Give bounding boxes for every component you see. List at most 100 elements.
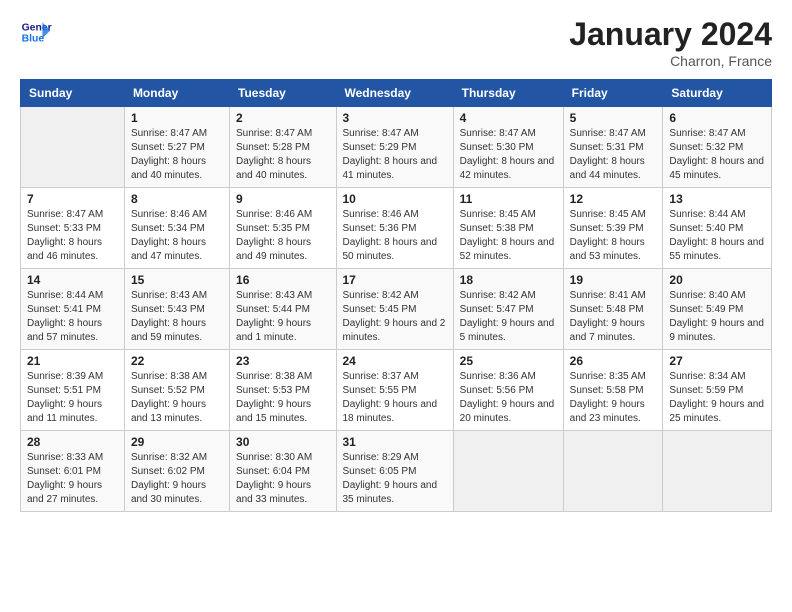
cell-3-3: 16 Sunrise: 8:43 AMSunset: 5:44 PMDayligh… <box>230 269 336 350</box>
day-number: 19 <box>570 273 657 287</box>
day-number: 22 <box>131 354 223 368</box>
cell-info: Sunrise: 8:44 AMSunset: 5:41 PMDaylight:… <box>27 289 118 345</box>
day-number: 24 <box>343 354 447 368</box>
cell-info: Sunrise: 8:47 AMSunset: 5:30 PMDaylight:… <box>460 127 557 183</box>
day-number: 13 <box>669 192 765 206</box>
cell-info: Sunrise: 8:36 AMSunset: 5:56 PMDaylight:… <box>460 370 557 426</box>
logo-icon: General Blue <box>20 16 52 48</box>
cell-1-2: 1 Sunrise: 8:47 AMSunset: 5:27 PMDaylight… <box>124 107 229 188</box>
cell-info: Sunrise: 8:47 AMSunset: 5:27 PMDaylight:… <box>131 127 223 183</box>
week-row-1: 1 Sunrise: 8:47 AMSunset: 5:27 PMDaylight… <box>21 107 772 188</box>
day-number: 1 <box>131 111 223 125</box>
day-number: 27 <box>669 354 765 368</box>
day-number: 6 <box>669 111 765 125</box>
cell-4-6: 26 Sunrise: 8:35 AMSunset: 5:58 PMDayligh… <box>563 350 663 431</box>
cell-info: Sunrise: 8:45 AMSunset: 5:39 PMDaylight:… <box>570 208 657 264</box>
svg-text:Blue: Blue <box>22 34 45 45</box>
cell-3-4: 17Sunrise: 8:42 AMSunset: 5:45 PMDayligh… <box>336 269 453 350</box>
day-number: 4 <box>460 111 557 125</box>
cell-2-3: 9 Sunrise: 8:46 AMSunset: 5:35 PMDaylight… <box>230 188 336 269</box>
cell-3-2: 15Sunrise: 8:43 AMSunset: 5:43 PMDayligh… <box>124 269 229 350</box>
week-row-4: 21 Sunrise: 8:39 AMSunset: 5:51 PMDayligh… <box>21 350 772 431</box>
col-thursday: Thursday <box>453 80 563 107</box>
cell-info: Sunrise: 8:47 AMSunset: 5:31 PMDaylight:… <box>570 127 657 183</box>
col-tuesday: Tuesday <box>230 80 336 107</box>
day-number: 20 <box>669 273 765 287</box>
week-row-2: 7 Sunrise: 8:47 AMSunset: 5:33 PMDaylight… <box>21 188 772 269</box>
cell-4-5: 25 Sunrise: 8:36 AMSunset: 5:56 PMDayligh… <box>453 350 563 431</box>
cell-info: Sunrise: 8:37 AMSunset: 5:55 PMDaylight:… <box>343 370 447 426</box>
day-number: 12 <box>570 192 657 206</box>
cell-1-1 <box>21 107 125 188</box>
day-number: 2 <box>236 111 329 125</box>
day-number: 29 <box>131 435 223 449</box>
cell-info: Sunrise: 8:46 AMSunset: 5:34 PMDaylight:… <box>131 208 223 264</box>
cell-info: Sunrise: 8:46 AMSunset: 5:35 PMDaylight:… <box>236 208 329 264</box>
cell-1-3: 2 Sunrise: 8:47 AMSunset: 5:28 PMDaylight… <box>230 107 336 188</box>
col-saturday: Saturday <box>663 80 772 107</box>
cell-info: Sunrise: 8:33 AMSunset: 6:01 PMDaylight:… <box>27 451 118 507</box>
cell-4-2: 22Sunrise: 8:38 AMSunset: 5:52 PMDayligh… <box>124 350 229 431</box>
cell-info: Sunrise: 8:45 AMSunset: 5:38 PMDaylight:… <box>460 208 557 264</box>
cell-2-6: 12 Sunrise: 8:45 AMSunset: 5:39 PMDayligh… <box>563 188 663 269</box>
cell-3-1: 14 Sunrise: 8:44 AMSunset: 5:41 PMDayligh… <box>21 269 125 350</box>
cell-1-5: 4 Sunrise: 8:47 AMSunset: 5:30 PMDaylight… <box>453 107 563 188</box>
logo: General Blue <box>20 16 52 48</box>
cell-1-7: 6 Sunrise: 8:47 AMSunset: 5:32 PMDaylight… <box>663 107 772 188</box>
cell-info: Sunrise: 8:35 AMSunset: 5:58 PMDaylight:… <box>570 370 657 426</box>
cell-info: Sunrise: 8:39 AMSunset: 5:51 PMDaylight:… <box>27 370 118 426</box>
cell-info: Sunrise: 8:47 AMSunset: 5:32 PMDaylight:… <box>669 127 765 183</box>
cell-3-5: 18Sunrise: 8:42 AMSunset: 5:47 PMDayligh… <box>453 269 563 350</box>
day-number: 14 <box>27 273 118 287</box>
day-number: 25 <box>460 354 557 368</box>
day-number: 16 <box>236 273 329 287</box>
day-number: 18 <box>460 273 557 287</box>
day-number: 7 <box>27 192 118 206</box>
cell-5-1: 28 Sunrise: 8:33 AMSunset: 6:01 PMDayligh… <box>21 431 125 512</box>
cell-5-4: 31Sunrise: 8:29 AMSunset: 6:05 PMDayligh… <box>336 431 453 512</box>
cell-4-4: 24 Sunrise: 8:37 AMSunset: 5:55 PMDayligh… <box>336 350 453 431</box>
day-number: 10 <box>343 192 447 206</box>
header: General Blue January 2024 Charron, Franc… <box>20 16 772 69</box>
day-number: 9 <box>236 192 329 206</box>
day-number: 26 <box>570 354 657 368</box>
cell-3-6: 19 Sunrise: 8:41 AMSunset: 5:48 PMDayligh… <box>563 269 663 350</box>
cell-info: Sunrise: 8:34 AMSunset: 5:59 PMDaylight:… <box>669 370 765 426</box>
day-number: 8 <box>131 192 223 206</box>
cell-5-3: 30 Sunrise: 8:30 AMSunset: 6:04 PMDayligh… <box>230 431 336 512</box>
day-number: 30 <box>236 435 329 449</box>
cell-3-7: 20 Sunrise: 8:40 AMSunset: 5:49 PMDayligh… <box>663 269 772 350</box>
page-title: January 2024 <box>569 16 772 53</box>
week-row-3: 14 Sunrise: 8:44 AMSunset: 5:41 PMDayligh… <box>21 269 772 350</box>
cell-info: Sunrise: 8:44 AMSunset: 5:40 PMDaylight:… <box>669 208 765 264</box>
cell-info: Sunrise: 8:40 AMSunset: 5:49 PMDaylight:… <box>669 289 765 345</box>
cell-5-5 <box>453 431 563 512</box>
cell-2-5: 11 Sunrise: 8:45 AMSunset: 5:38 PMDayligh… <box>453 188 563 269</box>
cell-info: Sunrise: 8:30 AMSunset: 6:04 PMDaylight:… <box>236 451 329 507</box>
col-sunday: Sunday <box>21 80 125 107</box>
col-friday: Friday <box>563 80 663 107</box>
cell-4-1: 21 Sunrise: 8:39 AMSunset: 5:51 PMDayligh… <box>21 350 125 431</box>
day-number: 21 <box>27 354 118 368</box>
cell-info: Sunrise: 8:47 AMSunset: 5:33 PMDaylight:… <box>27 208 118 264</box>
cell-2-1: 7 Sunrise: 8:47 AMSunset: 5:33 PMDaylight… <box>21 188 125 269</box>
day-number: 11 <box>460 192 557 206</box>
day-number: 5 <box>570 111 657 125</box>
cell-4-3: 23Sunrise: 8:38 AMSunset: 5:53 PMDayligh… <box>230 350 336 431</box>
cell-info: Sunrise: 8:43 AMSunset: 5:44 PMDaylight:… <box>236 289 329 345</box>
title-block: January 2024 Charron, France <box>569 16 772 69</box>
cell-info: Sunrise: 8:29 AMSunset: 6:05 PMDaylight:… <box>343 451 447 507</box>
cell-2-7: 13 Sunrise: 8:44 AMSunset: 5:40 PMDayligh… <box>663 188 772 269</box>
cell-info: Sunrise: 8:42 AMSunset: 5:45 PMDaylight:… <box>343 289 447 345</box>
cell-5-7 <box>663 431 772 512</box>
cell-info: Sunrise: 8:41 AMSunset: 5:48 PMDaylight:… <box>570 289 657 345</box>
calendar-table: Sunday Monday Tuesday Wednesday Thursday… <box>20 79 772 512</box>
day-number: 28 <box>27 435 118 449</box>
cell-5-6 <box>563 431 663 512</box>
page: General Blue January 2024 Charron, Franc… <box>0 0 792 612</box>
cell-2-4: 10Sunrise: 8:46 AMSunset: 5:36 PMDayligh… <box>336 188 453 269</box>
col-monday: Monday <box>124 80 229 107</box>
cell-info: Sunrise: 8:47 AMSunset: 5:28 PMDaylight:… <box>236 127 329 183</box>
week-row-5: 28 Sunrise: 8:33 AMSunset: 6:01 PMDayligh… <box>21 431 772 512</box>
day-number: 23 <box>236 354 329 368</box>
